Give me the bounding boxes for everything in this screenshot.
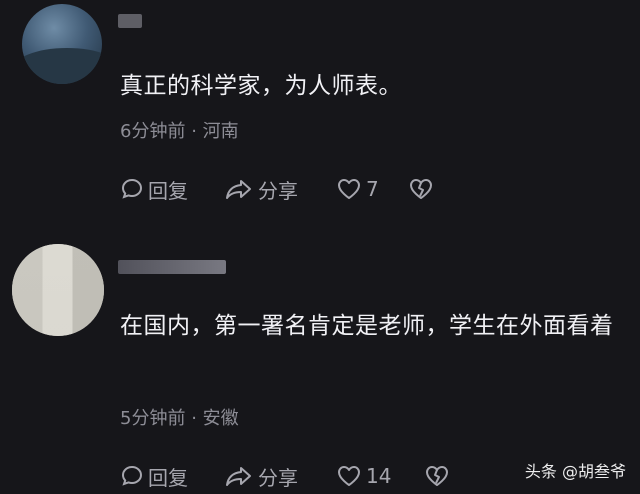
avatar-image [22, 48, 102, 84]
comment-text: 真正的科学家，为人师表。 [120, 73, 402, 99]
share-button[interactable]: 分享 [224, 462, 336, 491]
comment-item: 在国内，第一署名肯定是老师，学生在外面看着 5分钟前 · 安徽 回复 分享 14 [0, 234, 640, 494]
like-button[interactable]: 7 [336, 177, 408, 201]
share-arrow-icon [224, 464, 254, 488]
comment-location: 河南 [202, 121, 239, 142]
like-button[interactable]: 14 [336, 464, 424, 488]
dislike-button[interactable] [408, 177, 434, 201]
comment-time: 5分钟前 [120, 408, 186, 429]
meta-separator: · [191, 408, 197, 429]
comment-time: 6分钟前 [120, 121, 186, 142]
heart-icon [336, 177, 362, 201]
comment-item: 真正的科学家，为人师表。 6分钟前 · 河南 回复 分享 7 [0, 0, 640, 232]
comment-bubble-icon [120, 177, 144, 201]
avatar[interactable] [22, 4, 102, 84]
comment-actions: 回复 分享 14 [120, 460, 450, 492]
broken-heart-icon [408, 177, 434, 201]
share-label: 分享 [258, 465, 298, 490]
meta-separator: · [191, 121, 197, 142]
reply-button[interactable]: 回复 [120, 175, 224, 204]
avatar[interactable] [12, 244, 104, 336]
comment-text: 在国内，第一署名肯定是老师，学生在外面看着 [120, 313, 614, 339]
watermark: 头条 @胡叁爷 [524, 462, 626, 481]
comment-location: 安徽 [202, 408, 239, 429]
comment-bubble-icon [120, 464, 144, 488]
reply-button[interactable]: 回复 [120, 462, 224, 491]
username-blurred[interactable] [118, 260, 226, 274]
like-count: 7 [366, 177, 379, 201]
share-label: 分享 [258, 178, 298, 203]
share-arrow-icon [224, 177, 254, 201]
reply-label: 回复 [148, 465, 188, 490]
comment-actions: 回复 分享 7 [120, 173, 434, 205]
heart-icon [336, 464, 362, 488]
like-count: 14 [366, 464, 392, 488]
avatar-image [12, 244, 104, 336]
comment-meta: 5分钟前 · 安徽 [120, 404, 239, 430]
broken-heart-icon [424, 464, 450, 488]
username-blurred[interactable] [118, 14, 142, 28]
share-button[interactable]: 分享 [224, 175, 336, 204]
dislike-button[interactable] [424, 464, 450, 488]
reply-label: 回复 [148, 178, 188, 203]
comment-meta: 6分钟前 · 河南 [120, 117, 239, 143]
